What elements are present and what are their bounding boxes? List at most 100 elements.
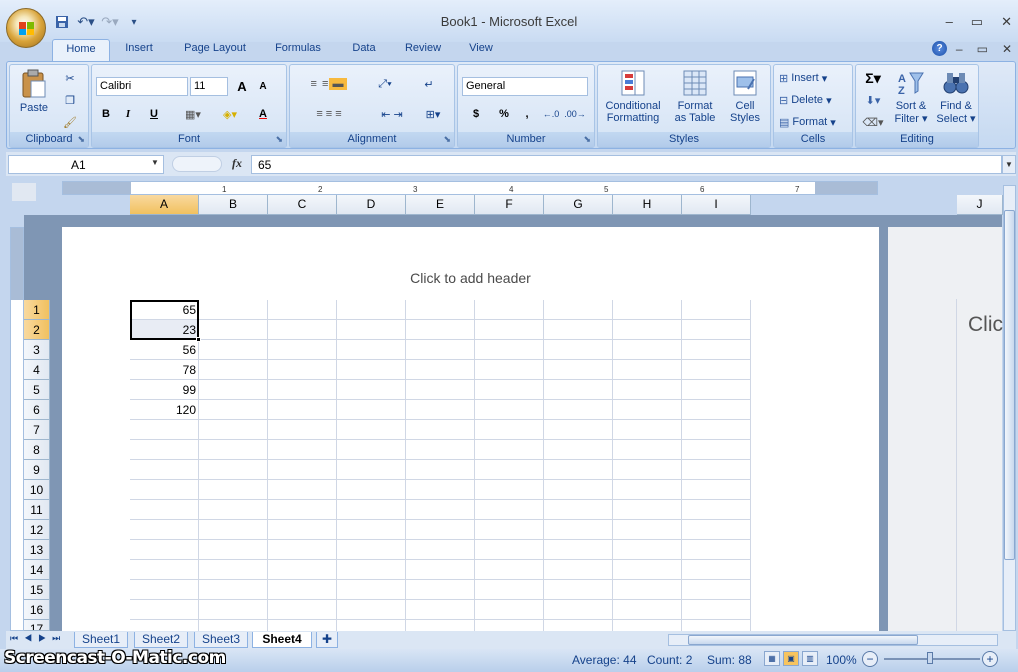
- grid-cell[interactable]: [682, 620, 751, 631]
- minimize-button[interactable]: –: [946, 14, 953, 30]
- tab-page-layout[interactable]: Page Layout: [168, 39, 262, 61]
- grid-cell[interactable]: [544, 480, 613, 500]
- grid-cell[interactable]: [337, 420, 406, 440]
- indent-icons[interactable]: ⇤ ⇥: [370, 105, 414, 123]
- grid-cell[interactable]: [199, 300, 268, 320]
- zoom-level[interactable]: 100%: [826, 653, 857, 667]
- sheet-nav-icons[interactable]: ⏮◀▶⏭: [10, 633, 66, 644]
- row-header-14[interactable]: 14: [24, 560, 50, 580]
- grid-cell[interactable]: [406, 620, 475, 631]
- format-painter-icon[interactable]: 🖌: [60, 113, 80, 131]
- grid-cell[interactable]: [130, 620, 199, 631]
- number-launcher-icon[interactable]: ⬊: [583, 134, 591, 145]
- sheet-tab-2[interactable]: Sheet2: [134, 632, 188, 648]
- grid-cell[interactable]: [406, 580, 475, 600]
- grid-cell[interactable]: [406, 300, 475, 320]
- grid-cell[interactable]: [682, 400, 751, 420]
- tab-formulas[interactable]: Formulas: [262, 39, 334, 61]
- grid-cell[interactable]: [406, 360, 475, 380]
- grid-cell[interactable]: [544, 520, 613, 540]
- grid-cell[interactable]: [406, 480, 475, 500]
- row-header-1[interactable]: 1: [24, 300, 50, 320]
- bold-button[interactable]: B: [96, 105, 116, 123]
- grid-cell[interactable]: [682, 440, 751, 460]
- grid-cell[interactable]: [613, 420, 682, 440]
- column-header-e[interactable]: E: [406, 195, 475, 215]
- vertical-scroll-thumb[interactable]: [1004, 210, 1015, 560]
- grid-cell[interactable]: [544, 560, 613, 580]
- grid-cell[interactable]: [613, 500, 682, 520]
- merge-center-icon[interactable]: ⊞▾: [418, 105, 448, 123]
- grid-cell[interactable]: [337, 400, 406, 420]
- grid-cell[interactable]: [337, 480, 406, 500]
- grid-cell[interactable]: [337, 600, 406, 620]
- grid-cell[interactable]: [337, 300, 406, 320]
- next-page-header-placeholder[interactable]: Clic: [968, 313, 1003, 337]
- grid-cell[interactable]: [613, 540, 682, 560]
- grid-cell[interactable]: [475, 380, 544, 400]
- column-header-d[interactable]: D: [337, 195, 406, 215]
- fill-icon[interactable]: ⬇▾: [858, 91, 888, 109]
- row-header-4[interactable]: 4: [24, 360, 50, 380]
- italic-button[interactable]: I: [118, 105, 138, 123]
- grid-cell[interactable]: [268, 520, 337, 540]
- grid-cell[interactable]: [268, 480, 337, 500]
- grid-cell[interactable]: [337, 320, 406, 340]
- grid-cell[interactable]: [544, 380, 613, 400]
- cut-icon[interactable]: ✂: [60, 69, 80, 87]
- font-color-button[interactable]: A: [248, 105, 278, 123]
- column-header-h[interactable]: H: [613, 195, 682, 215]
- grid-cell[interactable]: [613, 300, 682, 320]
- row-header-2[interactable]: 2: [24, 320, 50, 340]
- grid-cell[interactable]: [682, 500, 751, 520]
- grid-cell[interactable]: [475, 600, 544, 620]
- grid-cell[interactable]: [682, 480, 751, 500]
- close-button[interactable]: ✕: [1001, 14, 1012, 30]
- grid-cell[interactable]: [268, 540, 337, 560]
- grid-cell[interactable]: [544, 340, 613, 360]
- comma-button[interactable]: ,: [518, 105, 536, 123]
- orientation-icon[interactable]: ⤢▾: [370, 75, 400, 93]
- grid-cell[interactable]: [199, 400, 268, 420]
- grid-cell[interactable]: [199, 520, 268, 540]
- grid-cell[interactable]: [130, 560, 199, 580]
- grid-cell[interactable]: [475, 540, 544, 560]
- row-header-13[interactable]: 13: [24, 540, 50, 560]
- grid-cell[interactable]: [406, 380, 475, 400]
- grid-cell[interactable]: [475, 460, 544, 480]
- grid-cell[interactable]: [682, 320, 751, 340]
- row-header-6[interactable]: 6: [24, 400, 50, 420]
- grid-cell[interactable]: [475, 580, 544, 600]
- grid-cell[interactable]: 78: [130, 360, 199, 380]
- grid-cell[interactable]: [406, 440, 475, 460]
- grid-cell[interactable]: [613, 600, 682, 620]
- grid-cell[interactable]: [268, 440, 337, 460]
- grid-cell[interactable]: [337, 560, 406, 580]
- grid-cell[interactable]: [406, 420, 475, 440]
- horizontal-scroll-thumb[interactable]: [688, 635, 918, 645]
- increase-decimal-icon[interactable]: ←.0: [540, 105, 562, 123]
- grid-cell[interactable]: [268, 360, 337, 380]
- grid-cell[interactable]: [130, 420, 199, 440]
- grid-cell[interactable]: [682, 600, 751, 620]
- percent-button[interactable]: %: [494, 105, 514, 123]
- grid-cell[interactable]: [130, 520, 199, 540]
- fill-handle[interactable]: [196, 337, 201, 342]
- grid-cell[interactable]: [682, 380, 751, 400]
- workbook-restore-button[interactable]: ▭: [977, 42, 988, 56]
- zoom-out-icon[interactable]: −: [862, 651, 878, 667]
- grid-cell[interactable]: [199, 380, 268, 400]
- grid-cell[interactable]: [337, 360, 406, 380]
- column-header-c[interactable]: C: [268, 195, 337, 215]
- cell-styles-button[interactable]: Cell Styles: [722, 69, 768, 124]
- grid-cell[interactable]: [337, 460, 406, 480]
- zoom-in-icon[interactable]: +: [982, 651, 998, 667]
- row-header-15[interactable]: 15: [24, 580, 50, 600]
- grid-cell[interactable]: [475, 560, 544, 580]
- format-as-table-button[interactable]: Format as Table: [670, 69, 720, 124]
- grid-cell[interactable]: [130, 480, 199, 500]
- grid-cell[interactable]: [130, 500, 199, 520]
- grid-cell[interactable]: [337, 380, 406, 400]
- grid-cell[interactable]: [682, 580, 751, 600]
- grid-cell[interactable]: [268, 420, 337, 440]
